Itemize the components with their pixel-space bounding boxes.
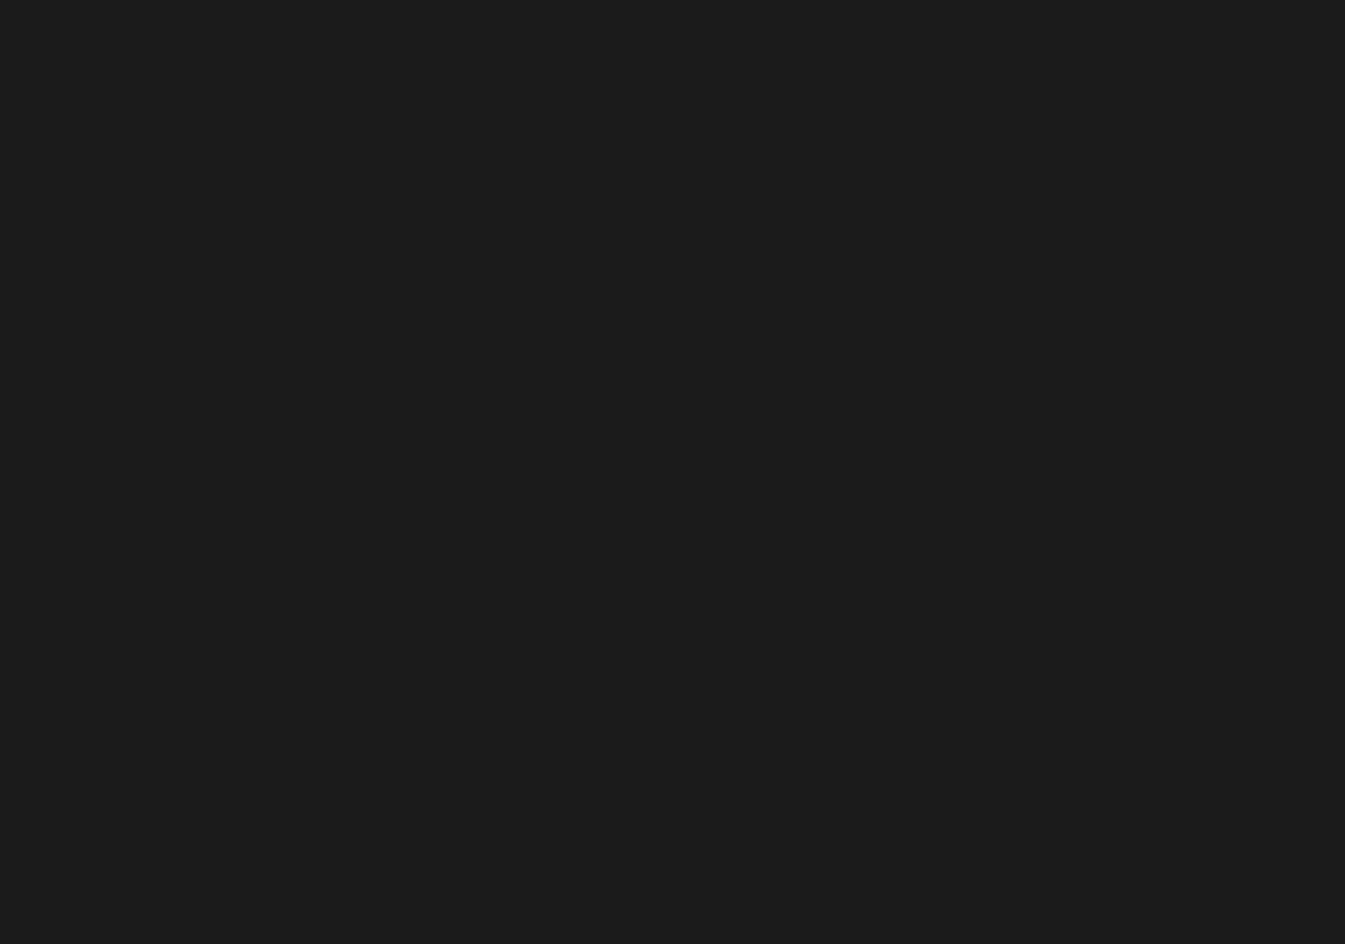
desktop [0,0,1345,944]
